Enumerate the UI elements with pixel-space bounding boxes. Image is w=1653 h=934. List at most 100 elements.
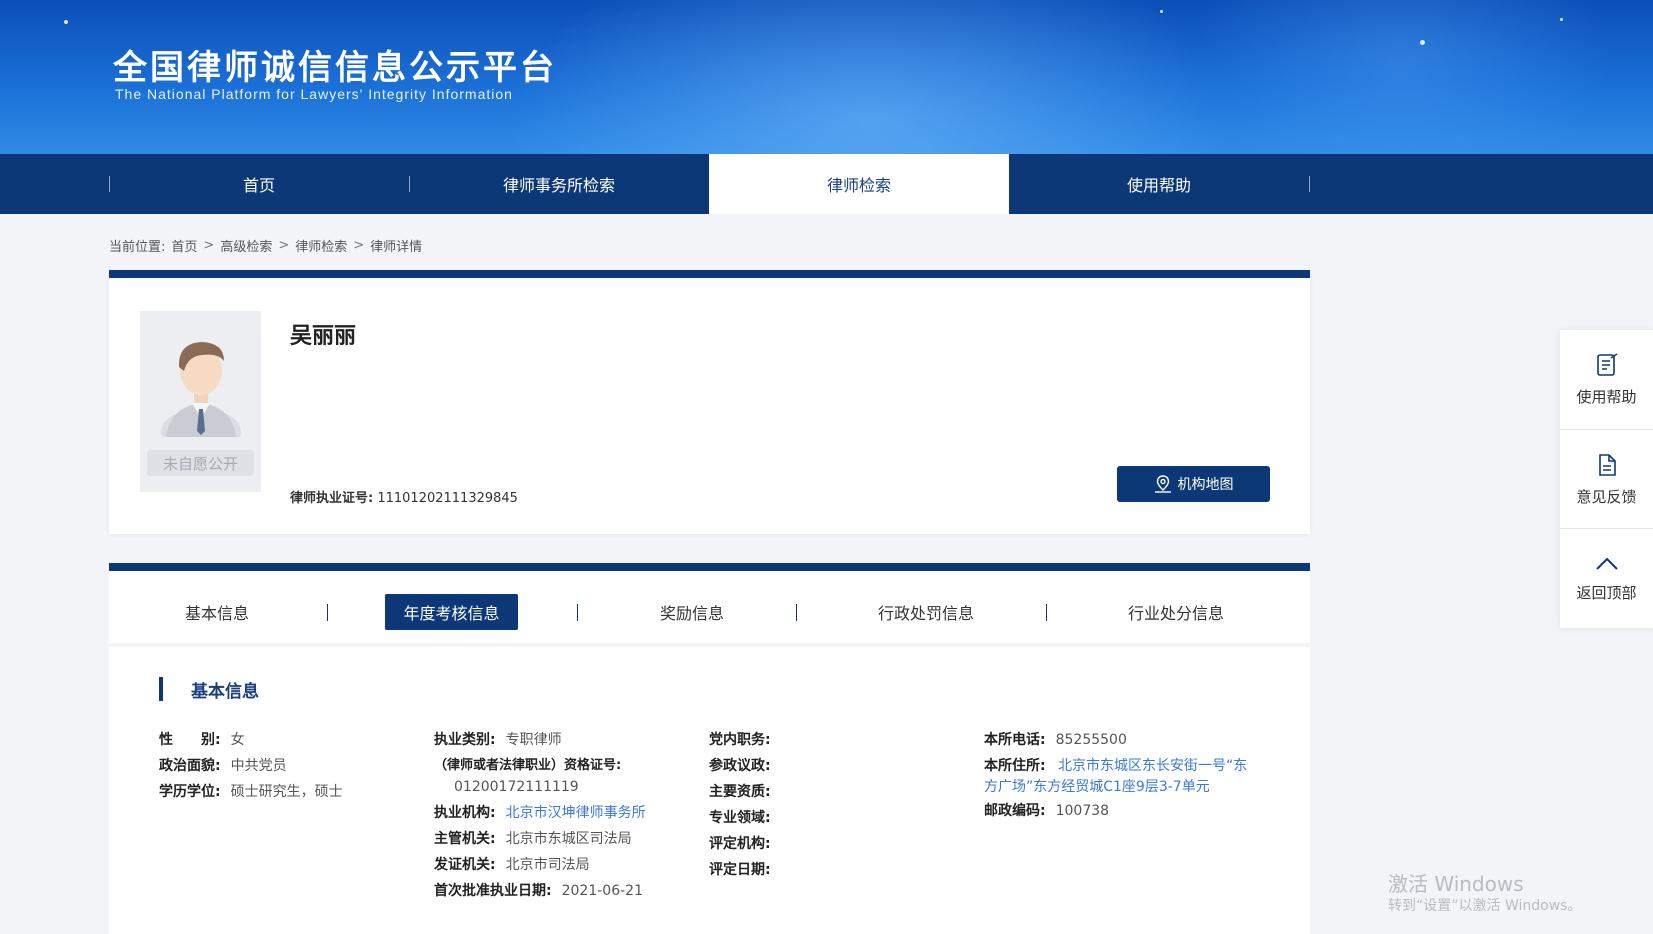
firm-address-link[interactable]: 北京市东城区东长安街一号“东方广场”东方经贸城C1座9层3-7单元	[984, 753, 1254, 798]
help-document-icon	[1596, 353, 1617, 376]
info-column-practice: 执业类别: 专职律师 （律师或者法律职业）资格证号: 0120017211111…	[434, 727, 694, 904]
tab-rewards[interactable]: 奖励信息	[617, 594, 767, 630]
field-main-qualification: 主要资质:	[709, 779, 959, 805]
basic-info-card: 基本信息 性 别: 女 政治面貌: 中共党员 学历学位: 硕士研究生，硕士 执业…	[109, 647, 1310, 934]
field-label: 邮政编码:	[984, 803, 1046, 819]
side-feedback-label: 意见反馈	[1576, 487, 1637, 506]
tab-basic-info[interactable]: 基本信息	[147, 594, 287, 630]
field-value: 专职律师	[505, 732, 562, 748]
side-feedback-button[interactable]: 意见反馈	[1560, 429, 1653, 528]
field-label: 政治面貌:	[159, 758, 221, 774]
field-label: 党内职务:	[709, 732, 771, 748]
field-firm-phone: 本所电话: 85255500	[984, 727, 1254, 753]
photo-badge: 未自愿公开	[147, 450, 254, 476]
star-decoration	[1160, 10, 1163, 13]
side-back-to-top-label: 返回顶部	[1576, 584, 1637, 602]
org-map-button[interactable]: 机构地图	[1117, 466, 1270, 502]
field-label: 专业领域:	[709, 810, 771, 826]
tab-annual-review[interactable]: 年度考核信息	[385, 594, 518, 630]
field-label: 评定机构:	[709, 836, 771, 852]
field-practice-type: 执业类别: 专职律师	[434, 727, 694, 753]
field-label: 主管机关:	[434, 831, 496, 847]
star-decoration	[64, 20, 68, 24]
field-political-participation: 参政议政:	[709, 753, 959, 779]
site-title: 全国律师诚信信息公示平台	[113, 48, 557, 88]
field-value: 女	[230, 732, 245, 748]
field-label: 性 别:	[159, 732, 221, 748]
field-value: 北京市司法局	[505, 857, 590, 873]
lawyer-photo: 未自愿公开	[140, 311, 261, 492]
field-value: 85255500	[1055, 732, 1127, 748]
cert-value: 11101202111329845	[377, 491, 518, 506]
breadcrumb-current: 律师详情	[370, 240, 423, 255]
info-tabs: 基本信息 年度考核信息 奖励信息 行政处罚信息 行业处分信息	[109, 563, 1310, 643]
avatar-placeholder-icon	[161, 342, 241, 437]
tab-admin-penalty[interactable]: 行政处罚信息	[846, 594, 1006, 630]
field-label: 主要资质:	[709, 784, 771, 800]
field-label: 执业机构:	[434, 805, 496, 821]
practice-org-link[interactable]: 北京市汉坤律师事务所	[506, 800, 646, 826]
windows-activation-hint: 转到“设置”以激活 Windows。	[1388, 898, 1582, 914]
field-value: 100738	[1055, 803, 1110, 819]
nav-help[interactable]: 使用帮助	[1009, 154, 1309, 214]
cert-label: 律师执业证号:	[290, 491, 374, 506]
lawyer-name: 吴丽丽	[290, 324, 357, 349]
field-issuer: 发证机关: 北京市司法局	[434, 852, 694, 878]
field-value: 中共党员	[230, 758, 287, 774]
star-decoration	[1560, 18, 1563, 21]
field-practice-area: 专业领域:	[709, 805, 959, 831]
star-decoration	[1420, 40, 1425, 45]
feedback-document-icon	[1598, 453, 1616, 476]
side-back-to-top-button[interactable]: 返回顶部	[1560, 528, 1653, 628]
breadcrumb-separator: >	[203, 238, 215, 253]
header-banner: 全国律师诚信信息公示平台 The National Platform for L…	[0, 0, 1653, 154]
nav-home[interactable]: 首页	[109, 154, 409, 214]
tab-divider	[327, 604, 328, 621]
field-party-position: 党内职务:	[709, 727, 959, 753]
tab-divider	[1046, 604, 1047, 621]
nav-lawyer-search[interactable]: 律师检索	[709, 154, 1009, 214]
field-label: 参政议政:	[709, 758, 771, 774]
side-help-label: 使用帮助	[1576, 388, 1637, 406]
field-label: 评定日期:	[709, 862, 771, 878]
info-column-personal: 性 别: 女 政治面貌: 中共党员 学历学位: 硕士研究生，硕士	[159, 727, 409, 805]
profile-card: 未自愿公开 吴丽丽 律师执业证号: 11101202111329845 机构地图	[109, 270, 1310, 534]
field-value: 硕士研究生，硕士	[230, 784, 343, 800]
windows-activation-title: 激活 Windows	[1388, 872, 1524, 896]
field-label: 本所电话:	[984, 732, 1046, 748]
field-firm-address-value: 北京市东城区东长安街一号“东方广场”东方经贸城C1座9层3-7单元	[984, 753, 1254, 798]
info-column-party: 党内职务: 参政议政: 主要资质: 专业领域: 评定机构: 评定日期:	[709, 727, 959, 883]
field-postcode: 邮政编码: 100738	[984, 798, 1254, 824]
nav-divider	[1309, 176, 1310, 192]
nav-firm-search[interactable]: 律师事务所检索	[409, 154, 709, 214]
breadcrumb-advanced-search[interactable]: 高级检索	[220, 236, 272, 255]
field-rating-org: 评定机构:	[709, 831, 959, 857]
breadcrumb-home[interactable]: 首页	[171, 236, 197, 255]
field-practice-org: 执业机构: 北京市汉坤律师事务所	[434, 800, 694, 826]
tab-divider	[577, 604, 578, 621]
side-help-button[interactable]: 使用帮助	[1560, 330, 1653, 429]
field-education: 学历学位: 硕士研究生，硕士	[159, 779, 409, 805]
breadcrumb: 当前位置: 首页 > 高级检索 > 律师检索 > 律师详情	[109, 236, 422, 255]
field-rating-date: 评定日期:	[709, 857, 959, 883]
org-map-button-label: 机构地图	[1177, 477, 1234, 493]
main-nav: 首页 律师事务所检索 律师检索 使用帮助	[0, 154, 1653, 214]
field-first-approval-date: 首次批准执业日期: 2021-06-21	[434, 878, 694, 904]
site-subtitle: The National Platform for Lawyers' Integ…	[115, 86, 513, 102]
field-value: 北京市东城区司法局	[505, 831, 632, 847]
info-column-firm-contact: 本所电话: 85255500 本所住所: 北京市东城区东长安街一号“东方广场”东…	[984, 727, 1254, 824]
chevron-up-icon	[1595, 557, 1618, 570]
field-value: 2021-06-21	[561, 883, 643, 899]
breadcrumb-separator: >	[353, 238, 365, 253]
map-pin-icon	[1154, 475, 1171, 493]
field-value: 01200172111119	[454, 779, 579, 795]
field-label: 学历学位:	[159, 784, 221, 800]
field-qualification-value: 01200172111119	[434, 774, 694, 800]
breadcrumb-prefix: 当前位置:	[109, 240, 166, 255]
field-label: 执业类别:	[434, 732, 496, 748]
breadcrumb-lawyer-search[interactable]: 律师检索	[295, 236, 347, 255]
field-political-status: 政治面貌: 中共党员	[159, 753, 409, 779]
tab-industry-discipline[interactable]: 行业处分信息	[1096, 594, 1256, 630]
field-gender: 性 别: 女	[159, 727, 409, 753]
floating-side-panel: 使用帮助 意见反馈 返回顶部	[1560, 330, 1653, 628]
